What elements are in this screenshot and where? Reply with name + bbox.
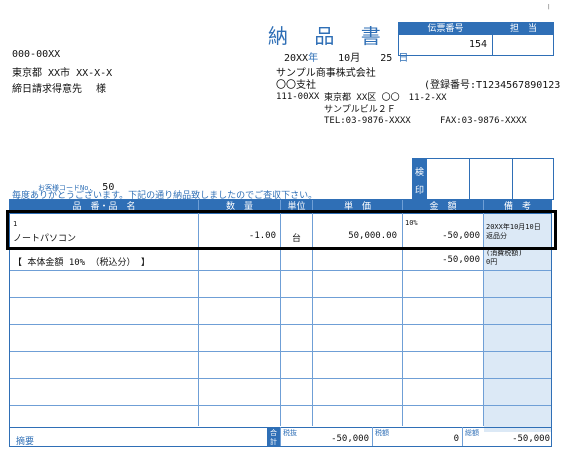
row-line-3 [10, 297, 551, 298]
issuer-address2: サンプルビル２Ｆ [324, 105, 396, 115]
row-line-7 [10, 405, 551, 406]
total-label-2: 計 [270, 438, 277, 446]
corner-mark: ╷ [546, 0, 552, 10]
stamp-cell-divider-2 [512, 159, 513, 199]
customer-postal: 000-00XX [12, 49, 61, 60]
customer-name-line: 締日請求得意先 様 [12, 80, 106, 95]
remarks-label: 摘要 [16, 437, 35, 447]
row-line-2 [10, 270, 551, 271]
date-day-unit: 日 [398, 53, 409, 64]
date-day: 25 [380, 53, 393, 64]
stamp-cell-divider-1 [469, 159, 470, 199]
customer-address: 東京都 XX市 XX-X-X [12, 68, 113, 79]
highlight-frame [6, 210, 557, 250]
issuer-fax: FAX:03-9876-XXXX [440, 116, 527, 126]
date-year-unit: 年 [308, 53, 319, 64]
row2-name: 【 本体金額 10% （税込分） 】 [13, 258, 150, 268]
subtotal-value: -50,000 [331, 434, 369, 444]
date-year: 20XX [284, 53, 309, 64]
date: 20XX年 10月 25 日 [284, 49, 408, 64]
row2-amount: -50,000 [442, 255, 480, 265]
issuer-branch: 〇〇支社 [276, 80, 316, 91]
row-line-4 [10, 324, 551, 325]
row-line-6 [10, 378, 551, 379]
grand-total-value: -50,000 [512, 434, 550, 444]
issuer-registration: (登録番号:T1234567890123) [424, 80, 562, 91]
customer-honorific: 様 [96, 84, 106, 95]
slip-number: 154 [468, 39, 487, 50]
stamp-label-1: 検 [415, 168, 425, 178]
row-line-5 [10, 351, 551, 352]
issuer-tel: TEL:03-9876-XXXX [324, 116, 411, 126]
date-month: 10月 [338, 53, 361, 64]
person-header: 担 当 [493, 23, 554, 35]
stamp-label-2: 印 [415, 186, 425, 196]
row2-note-tax-value: 0円 [486, 258, 498, 266]
slip-number-header: 伝票番号 [399, 23, 492, 35]
customer-name: 締日請求得意先 [12, 84, 82, 95]
stamp-box: 検 印 [412, 158, 554, 200]
tax-value: 0 [453, 434, 459, 444]
slip-divider [492, 23, 493, 55]
issuer-postal: 111-00XX [276, 92, 320, 102]
slip-box: 伝票番号 担 当 154 [398, 22, 554, 56]
document-title: 納 品 書 [268, 24, 391, 48]
